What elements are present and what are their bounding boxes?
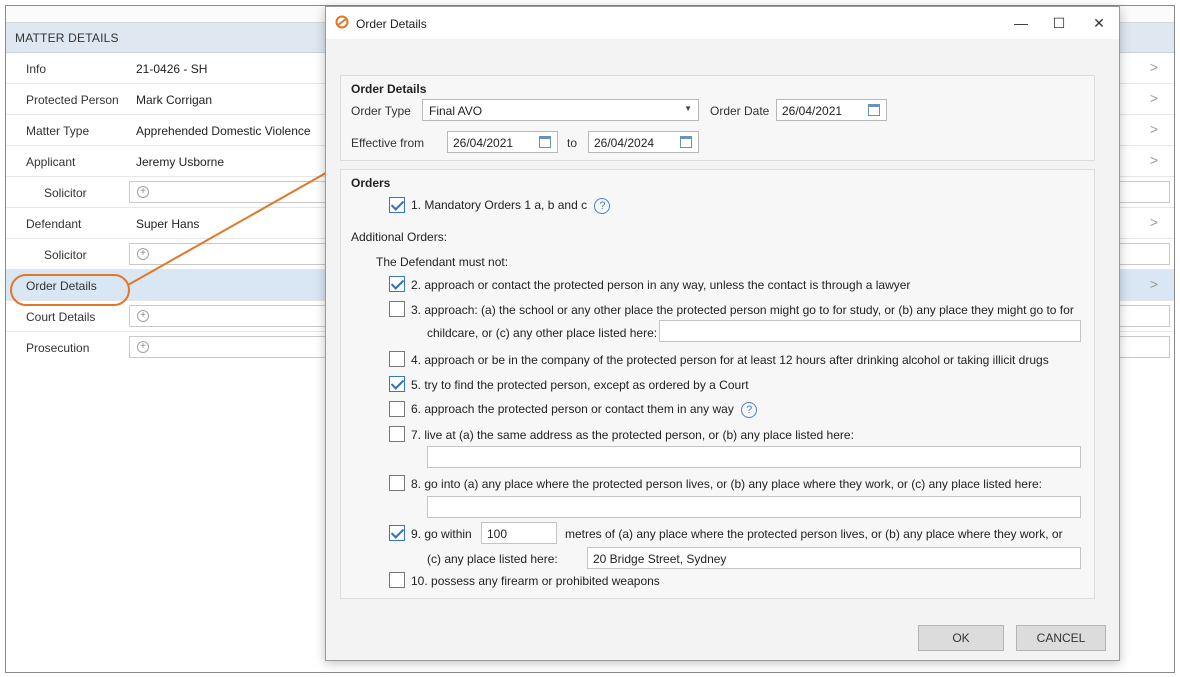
- dialog-title: Order Details: [356, 17, 427, 31]
- help-icon[interactable]: ?: [741, 402, 758, 418]
- close-button[interactable]: ✕: [1084, 11, 1114, 35]
- chevron-right-icon: >: [1149, 121, 1158, 137]
- order-type-label: Order Type: [351, 104, 411, 118]
- order-9-place-input[interactable]: 20 Bridge Street, Sydney: [587, 547, 1081, 569]
- order-8-place-input[interactable]: [427, 496, 1081, 518]
- checkbox-order-8[interactable]: [389, 475, 405, 491]
- orders-group: Orders 1. Mandatory Orders 1 a, b and c …: [340, 169, 1095, 599]
- highlight-oval: [10, 274, 130, 306]
- help-icon[interactable]: ?: [594, 198, 611, 214]
- row-label: Protected Person: [26, 93, 119, 107]
- chevron-right-icon: >: [1149, 276, 1158, 292]
- to-label: to: [567, 136, 578, 150]
- effective-to-field[interactable]: 26/04/2024: [588, 131, 699, 153]
- minimize-button[interactable]: —: [1006, 11, 1036, 35]
- order-date-value: 26/04/2021: [782, 104, 843, 118]
- row-label: Solicitor: [44, 186, 87, 200]
- order-2-text: 2. approach or contact the protected per…: [411, 278, 911, 292]
- order-9-text-line2: (c) any place listed here:: [427, 552, 558, 566]
- row-value: Apprehended Domestic Violence: [136, 124, 311, 138]
- chevron-right-icon: >: [1149, 152, 1158, 168]
- plus-circle-icon[interactable]: +: [137, 341, 149, 353]
- order-6-label: 6. approach the protected person or cont…: [411, 402, 734, 417]
- order-type-value: Final AVO: [429, 104, 483, 118]
- app-logo-icon: [335, 15, 349, 29]
- order-date-label: Order Date: [710, 104, 770, 118]
- order-3-place-input[interactable]: [659, 320, 1081, 342]
- order-4-text: 4. approach or be in the company of the …: [411, 353, 1049, 367]
- checkbox-order-3[interactable]: [389, 301, 405, 317]
- plus-circle-icon[interactable]: +: [137, 248, 149, 260]
- order-9-prefix: 9. go within: [411, 527, 472, 541]
- additional-orders-label: Additional Orders:: [351, 230, 448, 244]
- checkbox-order-6[interactable]: [389, 401, 405, 417]
- ok-button[interactable]: OK: [918, 625, 1004, 651]
- plus-circle-icon[interactable]: +: [137, 310, 149, 322]
- order-3-text-line2: childcare, or (c) any other place listed…: [427, 326, 658, 340]
- checkbox-order-10[interactable]: [389, 572, 405, 588]
- order-details-dialog: Order Details — ☐ ✕ Order Details Order …: [325, 6, 1120, 661]
- maximize-button[interactable]: ☐: [1044, 11, 1074, 35]
- order-7-place-input[interactable]: [427, 446, 1081, 468]
- effective-from-field[interactable]: 26/04/2021: [447, 131, 558, 153]
- order-type-select[interactable]: Final AVO ▼: [422, 99, 699, 121]
- row-label: Applicant: [26, 155, 76, 169]
- order-details-group: Order Details Order Type Final AVO ▼ Ord…: [340, 75, 1095, 161]
- row-value: Jeremy Usborne: [136, 155, 225, 169]
- order-9-suffix: metres of (a) any place where the protec…: [565, 527, 1063, 541]
- dialog-titlebar: Order Details — ☐ ✕: [326, 7, 1119, 39]
- order-6-text: 6. approach the protected person or cont…: [411, 402, 758, 418]
- row-label: Matter Type: [26, 124, 90, 138]
- calendar-icon[interactable]: [680, 136, 692, 148]
- row-value: Super Hans: [136, 217, 200, 231]
- row-label: Defendant: [26, 217, 82, 231]
- order-10-text: 10. possess any firearm or prohibited we…: [411, 574, 660, 588]
- mandatory-text: 1. Mandatory Orders 1 a, b and c ?: [411, 198, 611, 214]
- group-title: Order Details: [351, 82, 427, 96]
- effective-from-label: Effective from: [351, 136, 425, 150]
- row-label: Prosecution: [26, 341, 90, 355]
- chevron-right-icon: >: [1149, 59, 1158, 75]
- checkbox-mandatory[interactable]: [389, 197, 405, 213]
- checkbox-order-4[interactable]: [389, 351, 405, 367]
- row-value: 21-0426 - SH: [136, 62, 208, 76]
- cancel-button[interactable]: CANCEL: [1016, 625, 1106, 651]
- plus-circle-icon[interactable]: +: [137, 186, 149, 198]
- order-5-text: 5. try to find the protected person, exc…: [411, 378, 749, 392]
- checkbox-order-2[interactable]: [389, 276, 405, 292]
- calendar-icon[interactable]: [539, 136, 551, 148]
- group-title: Orders: [351, 176, 391, 190]
- row-value: Mark Corrigan: [136, 93, 213, 107]
- effective-to-value: 26/04/2024: [594, 136, 655, 150]
- calendar-icon[interactable]: [868, 104, 880, 116]
- chevron-right-icon: >: [1149, 214, 1158, 230]
- order-9-metres-input[interactable]: 100: [481, 522, 557, 544]
- row-label: Info: [26, 62, 47, 76]
- order-8-text: 8. go into (a) any place where the prote…: [411, 477, 1042, 491]
- row-label: Solicitor: [44, 248, 87, 262]
- chevron-right-icon: >: [1149, 90, 1158, 106]
- order-3-text: 3. approach: (a) the school or any other…: [411, 303, 1074, 317]
- checkbox-order-9[interactable]: [389, 525, 405, 541]
- mandatory-label: 1. Mandatory Orders 1 a, b and c: [411, 198, 588, 213]
- chevron-down-icon: ▼: [684, 104, 692, 113]
- order-7-text: 7. live at (a) the same address as the p…: [411, 428, 854, 442]
- checkbox-order-5[interactable]: [389, 376, 405, 392]
- defendant-must-not-label: The Defendant must not:: [376, 255, 509, 269]
- row-label: Court Details: [26, 310, 96, 324]
- checkbox-order-7[interactable]: [389, 426, 405, 442]
- effective-from-value: 26/04/2021: [453, 136, 514, 150]
- order-date-field[interactable]: 26/04/2021: [776, 99, 887, 121]
